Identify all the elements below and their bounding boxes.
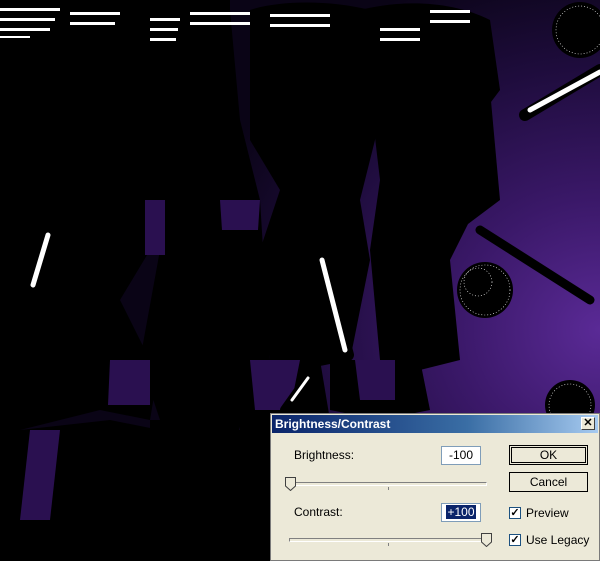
use-legacy-label: Use Legacy <box>526 533 590 547</box>
contrast-value: +100 <box>446 505 476 519</box>
ok-button-label: OK <box>539 448 558 462</box>
ok-button[interactable]: OK <box>509 445 588 465</box>
use-legacy-checkbox[interactable]: ✓ <box>509 534 521 546</box>
preview-checkbox[interactable]: ✓ <box>509 507 521 519</box>
brightness-slider-track[interactable] <box>289 482 487 486</box>
contrast-label: Contrast: <box>294 505 343 519</box>
brightness-center-tick <box>388 487 389 490</box>
close-button[interactable]: ✕ <box>581 417 595 430</box>
brightness-contrast-dialog: Brightness/Contrast ✕ Brightness: -100 C… <box>270 413 600 561</box>
checkmark-icon: ✓ <box>510 507 520 519</box>
close-icon: ✕ <box>583 417 593 429</box>
brightness-slider-thumb[interactable] <box>284 477 296 491</box>
contrast-slider-track[interactable] <box>289 538 487 542</box>
contrast-slider-thumb[interactable] <box>480 533 492 547</box>
brightness-label: Brightness: <box>294 448 355 462</box>
cancel-button-label: Cancel <box>529 475 568 489</box>
checkmark-icon: ✓ <box>510 534 520 546</box>
contrast-center-tick <box>388 543 389 546</box>
dialog-title-bar[interactable]: Brightness/Contrast ✕ <box>272 415 598 433</box>
cancel-button[interactable]: Cancel <box>509 472 588 492</box>
brightness-value: -100 <box>448 448 474 462</box>
dialog-title: Brightness/Contrast <box>275 417 391 431</box>
brightness-input[interactable]: -100 <box>441 446 481 465</box>
preview-label: Preview <box>526 506 569 520</box>
contrast-input[interactable]: +100 <box>441 503 481 522</box>
